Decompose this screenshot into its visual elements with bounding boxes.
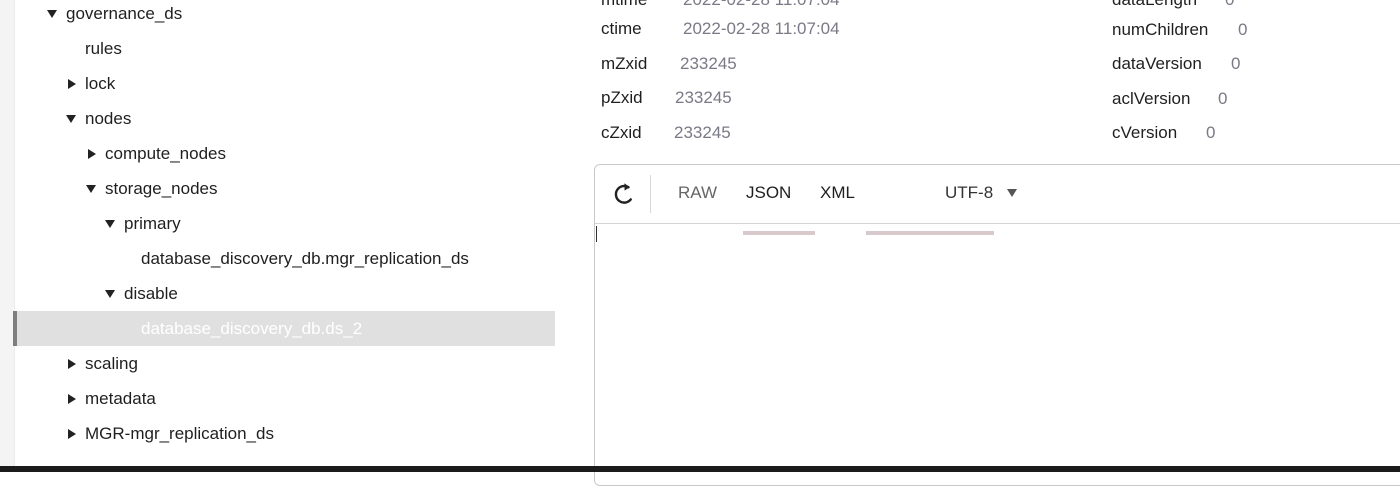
stat-datalength-label: dataLength	[1112, 0, 1197, 10]
caret-right-icon[interactable]	[68, 358, 76, 369]
encoding-value: UTF-8	[945, 183, 994, 202]
stat-czxid-value: 233245	[674, 123, 731, 142]
tree-node-label: primary	[124, 213, 181, 233]
caret-down-icon[interactable]	[105, 219, 115, 228]
bottom-edge-bar	[0, 466, 1400, 472]
tree-node-label: governance_ds	[66, 3, 183, 23]
encoding-select[interactable]: UTF-8	[945, 183, 1018, 203]
stat-numchildren-value: 0	[1238, 20, 1248, 39]
caret-right-icon[interactable]	[68, 428, 76, 439]
tree-node-label: scaling	[85, 353, 138, 373]
tree-node-lock[interactable]: lock	[14, 66, 555, 101]
tree-node-storage-nodes[interactable]: storage_nodes	[14, 171, 555, 206]
tab-raw[interactable]: RAW	[678, 183, 717, 203]
tree-node-primary[interactable]: primary	[14, 206, 555, 241]
tree-node-compute-nodes[interactable]: compute_nodes	[14, 136, 555, 171]
stat-pzxid-value: 233245	[675, 88, 732, 107]
stat-cversion-value: 0	[1206, 123, 1216, 142]
stat-aclversion-value: 0	[1218, 89, 1228, 108]
stat-dataversion-value: 0	[1231, 54, 1241, 73]
text-cursor	[596, 226, 597, 242]
stat-mzxid-value: 233245	[680, 54, 737, 73]
stat-ctime-value: 2022-02-28 11:07:04	[683, 19, 840, 38]
caret-down-icon[interactable]	[105, 289, 115, 298]
stat-ctime-label: ctime	[601, 19, 642, 38]
tab-xml[interactable]: XML	[820, 183, 855, 203]
stat-czxid-label: cZxid	[601, 123, 642, 142]
selection-indicator	[13, 311, 17, 346]
stat-mtime-label: mtime	[601, 0, 647, 10]
tree-node-rules[interactable]: rules	[14, 31, 555, 66]
tree-node-label: rules	[85, 38, 122, 58]
toolbar-divider	[650, 175, 651, 213]
stat-dataversion-label: dataVersion	[1112, 54, 1202, 73]
stat-numchildren-label: numChildren	[1112, 20, 1209, 39]
chevron-down-icon	[1007, 189, 1018, 197]
data-viewer-panel: RAW JSON XML UTF-8	[594, 164, 1400, 486]
tree-node-label: nodes	[85, 108, 132, 128]
tab-json[interactable]: JSON	[746, 183, 791, 203]
tree-node-label: metadata	[85, 388, 156, 408]
left-gutter	[0, 0, 15, 472]
caret-right-icon[interactable]	[88, 148, 96, 159]
tree-node-mgr-group[interactable]: MGR-mgr_replication_ds	[14, 416, 555, 451]
caret-down-icon[interactable]	[47, 9, 57, 18]
tree-node-mgr-replication-ds[interactable]: database_discovery_db.mgr_replication_ds	[14, 241, 555, 276]
stat-aclversion-label: aclVersion	[1112, 89, 1191, 108]
tree-node-label: database_discovery_db.ds_2	[141, 318, 363, 338]
caret-down-icon[interactable]	[66, 114, 76, 123]
caret-right-icon[interactable]	[68, 78, 76, 89]
znode-tree: governance_ds rules lock nodes compute_n…	[13, 0, 555, 466]
tree-node-scaling[interactable]: scaling	[14, 346, 555, 381]
tree-node-label: MGR-mgr_replication_ds	[85, 423, 274, 443]
caret-down-icon[interactable]	[86, 184, 96, 193]
tree-node-nodes[interactable]: nodes	[14, 101, 555, 136]
refresh-icon	[614, 183, 632, 204]
tree-node-governance-ds[interactable]: governance_ds	[14, 0, 555, 31]
stat-cversion-label: cVersion	[1112, 123, 1178, 142]
stat-mtime-value: 2022-02-28 11:07:04	[683, 0, 840, 10]
tree-node-ds-2-selected[interactable]: database_discovery_db.ds_2	[13, 311, 555, 346]
data-editor[interactable]	[595, 224, 1400, 485]
tree-node-label: disable	[124, 283, 178, 303]
tree-node-metadata[interactable]: metadata	[14, 381, 555, 416]
tree-node-label: storage_nodes	[105, 178, 218, 198]
refresh-button[interactable]	[611, 181, 637, 207]
stat-pzxid-label: pZxid	[601, 88, 643, 107]
caret-right-icon[interactable]	[68, 393, 76, 404]
viewer-toolbar: RAW JSON XML UTF-8	[595, 165, 1400, 224]
stat-mzxid-label: mZxid	[601, 54, 648, 73]
tree-node-label: lock	[85, 73, 116, 93]
tree-node-disable[interactable]: disable	[14, 276, 555, 311]
tree-node-label: compute_nodes	[105, 143, 226, 163]
stat-datalength-value: 0	[1225, 0, 1234, 10]
tree-node-label: database_discovery_db.mgr_replication_ds	[141, 248, 469, 268]
